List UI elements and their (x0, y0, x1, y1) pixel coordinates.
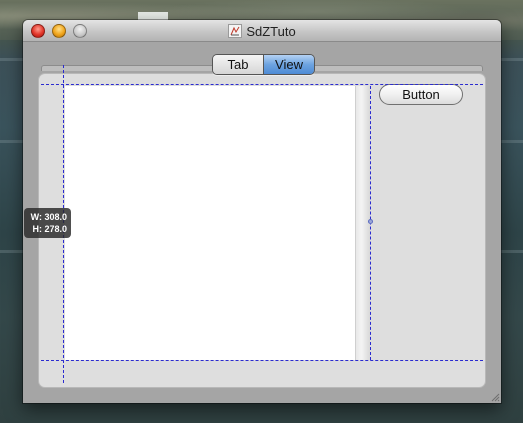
tab-tab[interactable]: Tab (213, 55, 264, 74)
guide-line-top (41, 84, 483, 85)
document-icon (228, 24, 243, 38)
title-bar[interactable]: SdZTuto (23, 20, 501, 42)
guide-line-bottom (41, 360, 483, 361)
size-height-text: H: 278.0 (32, 224, 67, 234)
push-button[interactable]: Button (379, 84, 463, 105)
size-width-text: W: 308.0 (30, 212, 67, 222)
tab-view[interactable]: View (264, 55, 314, 74)
resize-handle[interactable] (368, 219, 373, 224)
resize-grip-icon[interactable] (489, 391, 500, 402)
window-title: SdZTuto (246, 23, 296, 39)
text-view[interactable] (65, 86, 355, 360)
size-tooltip: W: 308.0 H: 278.0 (24, 208, 71, 238)
app-window: SdZTuto Tab View Button (23, 20, 501, 403)
segmented-control: Tab View (212, 54, 315, 75)
title-group: SdZTuto (23, 20, 501, 42)
